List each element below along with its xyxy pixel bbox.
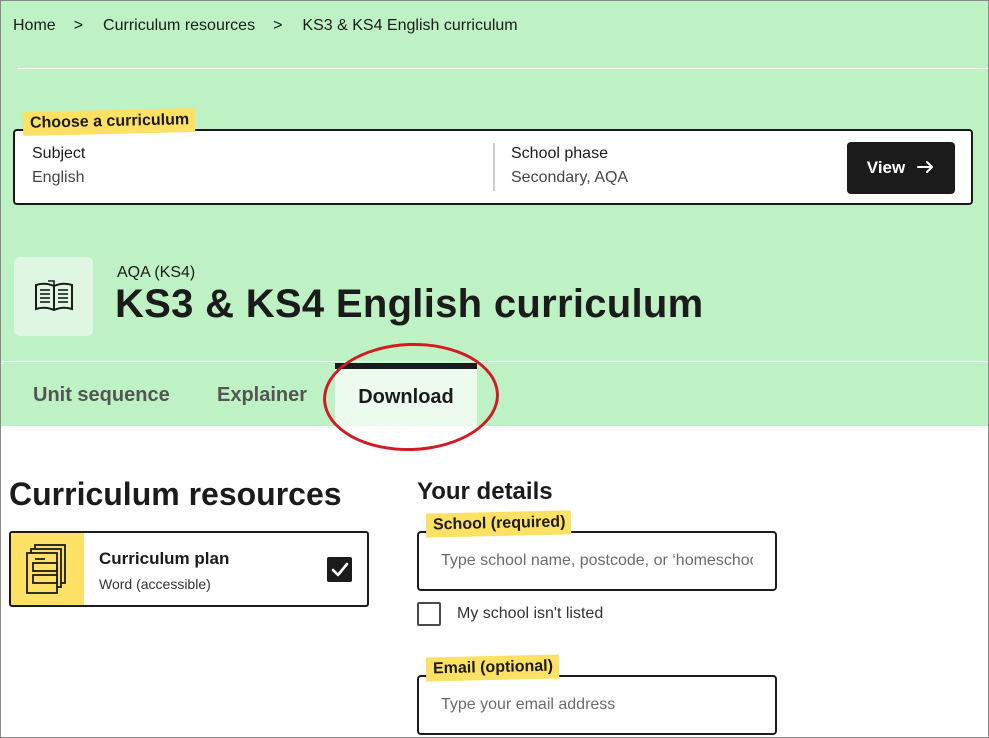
view-button-label: View	[866, 158, 906, 177]
resource-checkbox[interactable]	[327, 557, 352, 582]
school-phase-label: School phase	[511, 145, 608, 162]
subject-field[interactable]: Subject English	[32, 145, 85, 187]
breadcrumb: Home > Curriculum resources > KS3 & KS4 …	[13, 15, 518, 37]
school-not-listed-checkbox[interactable]	[417, 602, 441, 626]
breadcrumb-separator: >	[273, 17, 283, 34]
breadcrumb-current: KS3 & KS4 English curriculum	[302, 17, 518, 34]
arrow-right-icon	[917, 158, 935, 179]
chooser-divider	[493, 143, 495, 191]
open-book-icon	[14, 257, 93, 336]
page-title: KS3 & KS4 English curriculum	[115, 282, 704, 326]
tabs-divider	[1, 361, 988, 362]
tab-unit-sequence[interactable]: Unit sequence	[33, 371, 170, 419]
school-label-tag: School (required)	[425, 510, 572, 538]
school-not-listed-checkbox-row[interactable]: My school isn't listed	[417, 602, 603, 626]
email-label-tag: Email (optional)	[425, 654, 560, 682]
tab-explainer[interactable]: Explainer	[217, 371, 307, 419]
subject-label: Subject	[32, 145, 86, 162]
page-frame: Home > Curriculum resources > KS3 & KS4 …	[0, 0, 989, 738]
hero-divider	[17, 68, 988, 69]
resource-name: Curriculum plan	[99, 549, 230, 568]
school-phase-value: Secondary, AQA	[511, 169, 629, 186]
curriculum-resources-title: Curriculum resources	[9, 476, 342, 512]
school-input[interactable]	[417, 531, 777, 591]
document-stack-icon	[11, 533, 84, 605]
email-input[interactable]	[417, 675, 777, 735]
view-button[interactable]: View	[847, 142, 955, 194]
hero-section: Home > Curriculum resources > KS3 & KS4 …	[1, 1, 988, 426]
school-phase-field[interactable]: School phase Secondary, AQA	[511, 145, 628, 187]
breadcrumb-home[interactable]: Home	[13, 17, 56, 35]
tab-download[interactable]: Download	[335, 363, 477, 426]
your-details-title: Your details	[417, 478, 553, 505]
subject-value: English	[32, 169, 85, 186]
resource-card-curriculum-plan[interactable]: Curriculum plan Word (accessible)	[9, 531, 369, 607]
choose-curriculum-tag: Choose a curriculum	[22, 108, 196, 136]
page-subtitle: AQA (KS4)	[117, 264, 196, 281]
school-not-listed-label: My school isn't listed	[457, 605, 604, 622]
breadcrumb-separator: >	[73, 17, 84, 34]
resource-format: Word (accessible)	[99, 576, 211, 592]
curriculum-chooser: Subject English School phase Secondary, …	[13, 129, 973, 205]
breadcrumb-curriculum-resources[interactable]: Curriculum resources	[103, 17, 255, 35]
checkmark-icon	[331, 562, 348, 576]
